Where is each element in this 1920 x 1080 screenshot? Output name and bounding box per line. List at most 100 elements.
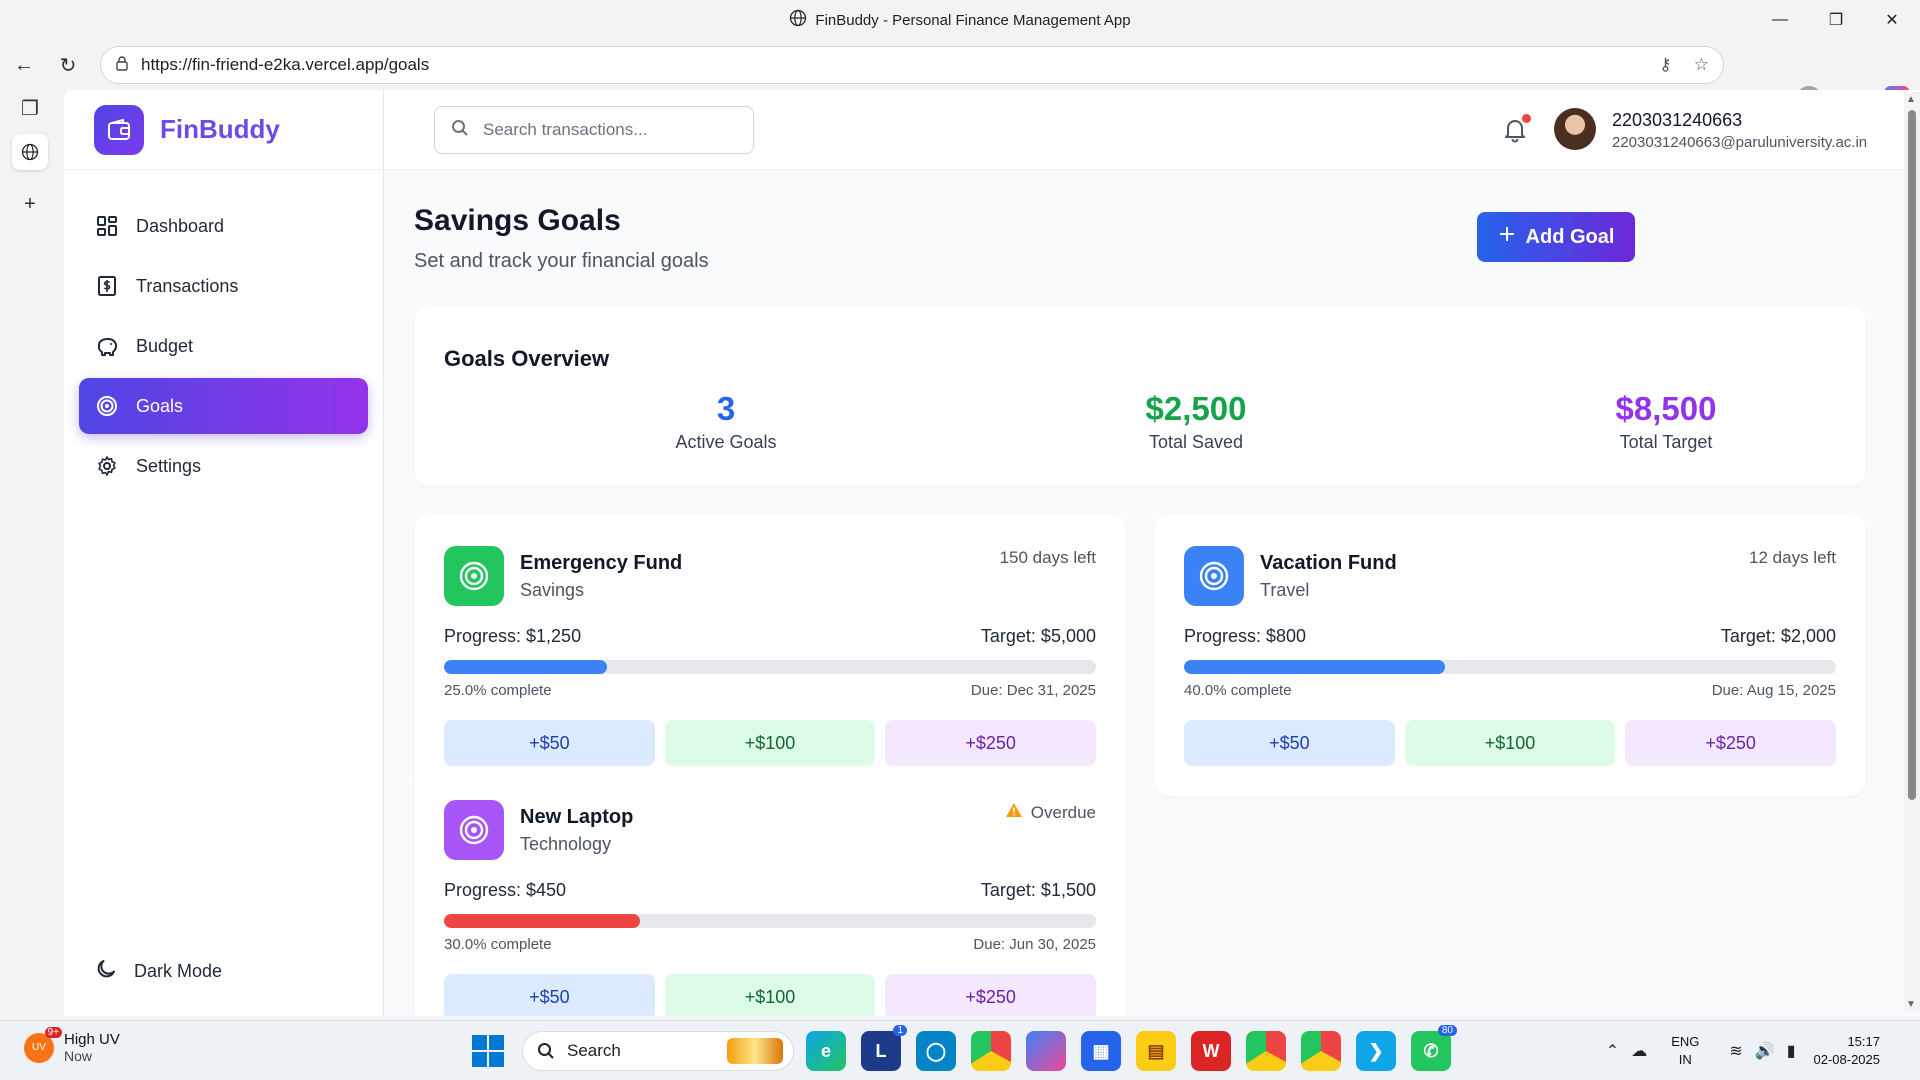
chrome-icon[interactable]: [971, 1031, 1011, 1071]
taskbar-apps: e L1 ◯ ▦ ▤ W ❯ ✆ 80: [806, 1025, 1457, 1071]
clock[interactable]: 15:17 02-08-2025: [1814, 1033, 1881, 1069]
add-amount-button[interactable]: +$250: [885, 974, 1097, 1016]
add-amount-button[interactable]: +$250: [1625, 720, 1837, 766]
stat-value: 3: [716, 390, 736, 427]
onedrive-icon[interactable]: ☁: [1631, 1041, 1647, 1061]
store-icon[interactable]: ▦: [1081, 1031, 1121, 1071]
transactions-icon: [94, 273, 120, 299]
sidebar-item-goals[interactable]: Goals: [79, 378, 368, 434]
notification-dot: [1522, 114, 1531, 123]
circle-app-icon[interactable]: ◯: [916, 1031, 956, 1071]
chevron-up-icon[interactable]: ⌃: [1606, 1041, 1619, 1061]
goal-target-amount: Target: $2,000: [1720, 626, 1836, 646]
language-code: ENG: [1671, 1034, 1700, 1049]
lock-icon: [115, 55, 129, 76]
add-amount-button[interactable]: +$250: [885, 720, 1097, 766]
goal-deadline-status: 150 days left: [1000, 548, 1096, 568]
add-amount-button[interactable]: +$100: [1404, 720, 1616, 766]
address-bar[interactable]: https://fin-friend-e2ka.vercel.app/goals…: [100, 46, 1724, 84]
search-input[interactable]: [483, 120, 733, 140]
sidebar-item-transactions[interactable]: Transactions: [79, 258, 368, 314]
gear-icon: [94, 453, 120, 479]
sidebar-item-label: Goals: [136, 395, 184, 416]
tab-actions-icon[interactable]: ❐: [12, 90, 48, 126]
address-row: ← ↻ https://fin-friend-e2ka.vercel.app/g…: [0, 40, 1920, 112]
target-icon: [444, 546, 504, 606]
key-icon[interactable]: ⚷: [1659, 55, 1671, 75]
weather-widget[interactable]: UV 9+ High UV Now: [24, 1026, 120, 1064]
goal-progress-bar: [444, 660, 1096, 674]
l-app-icon[interactable]: L1: [861, 1025, 907, 1071]
add-amount-button[interactable]: +$50: [1184, 720, 1395, 766]
brand[interactable]: FinBuddy: [64, 90, 383, 170]
sidebar-item-budget[interactable]: Budget: [79, 318, 368, 374]
close-button[interactable]: ✕: [1864, 0, 1920, 40]
wps-icon[interactable]: W: [1191, 1031, 1231, 1071]
goal-percent-label: 30.0% complete: [444, 936, 552, 953]
user-name: 2203031240663: [1612, 110, 1743, 130]
piggy-bank-icon: [94, 333, 120, 359]
goal-card: New Laptop Technology Overdue Progress: $45…: [414, 768, 1126, 1016]
goal-category: Travel: [1260, 580, 1310, 600]
vscode-icon[interactable]: ❯: [1356, 1031, 1396, 1071]
goal-name: Emergency Fund: [520, 552, 683, 574]
sidebar-nav: Dashboard Transactions Budget Goals Settings: [64, 170, 383, 494]
scroll-down-icon[interactable]: ▼: [1906, 999, 1916, 1010]
window-title-text: FinBuddy - Personal Finance Management A…: [815, 11, 1131, 29]
goal-progress-bar: [1184, 660, 1836, 674]
goal-name: New Laptop: [520, 806, 634, 828]
file-explorer-icon[interactable]: ▤: [1136, 1031, 1176, 1071]
scroll-thumb[interactable]: [1908, 110, 1916, 800]
add-amount-button[interactable]: +$50: [444, 974, 655, 1016]
url-text: https://fin-friend-e2ka.vercel.app/goals: [141, 55, 430, 74]
dark-mode-toggle[interactable]: Dark Mode: [94, 957, 222, 986]
stat-value: $8,500: [1615, 390, 1717, 427]
sidebar-item-dashboard[interactable]: Dashboard: [79, 198, 368, 254]
taskbar-search[interactable]: Search: [522, 1031, 794, 1071]
new-tab-plus-icon[interactable]: +: [12, 186, 48, 222]
windows-start-icon[interactable]: [472, 1035, 504, 1067]
notifications-button[interactable]: [1501, 114, 1531, 144]
stat-label: Total Saved: [1148, 432, 1244, 452]
minimize-button[interactable]: —: [1752, 0, 1808, 40]
battery-icon[interactable]: ▮: [1787, 1041, 1796, 1061]
weather-title: High UV: [64, 1031, 120, 1048]
scroll-up-icon[interactable]: ▲: [1906, 94, 1916, 105]
edge-icon[interactable]: e: [806, 1031, 846, 1071]
chrome-profile-icon[interactable]: [1246, 1031, 1286, 1071]
add-amount-button[interactable]: +$100: [664, 720, 876, 766]
add-goal-button[interactable]: Add Goal: [1477, 212, 1635, 262]
target-icon: [94, 393, 120, 419]
goal-deadline-status: 12 days left: [1749, 548, 1836, 568]
goal-days-text: 150 days left: [999, 548, 1096, 567]
whatsapp-icon[interactable]: ✆ 80: [1411, 1025, 1457, 1071]
chrome-profile-2-icon[interactable]: [1301, 1031, 1341, 1071]
back-button[interactable]: ←: [2, 45, 46, 85]
language-indicator[interactable]: ENG IN: [1671, 1033, 1699, 1069]
refresh-button[interactable]: ↻: [46, 45, 90, 85]
goal-card: Emergency Fund Savings 150 days left Progre…: [414, 514, 1126, 796]
active-tab-globe-icon[interactable]: [12, 134, 48, 170]
quick-add-buttons: +$50 +$100 +$250: [444, 720, 1097, 766]
goal-progress-amount: Progress: $800: [1184, 626, 1307, 646]
add-amount-button[interactable]: +$50: [444, 720, 655, 766]
goal-percent-label: 40.0% complete: [1184, 682, 1292, 699]
volume-icon[interactable]: 🔊: [1755, 1041, 1775, 1061]
add-goal-label: Add Goal: [1525, 225, 1615, 248]
favorite-star-icon[interactable]: ☆: [1694, 55, 1709, 75]
goal-progress-amount: Progress: $450: [444, 880, 567, 900]
copilot-app-icon[interactable]: [1026, 1031, 1066, 1071]
user-avatar[interactable]: [1554, 108, 1596, 150]
add-amount-button[interactable]: +$100: [664, 974, 876, 1016]
sidebar-item-settings[interactable]: Settings: [79, 438, 368, 494]
restore-button[interactable]: ❐: [1808, 0, 1864, 40]
sidebar-item-label: Budget: [136, 335, 194, 356]
page-scrollbar[interactable]: ▲ ▼: [1904, 92, 1920, 1012]
wifi-icon[interactable]: ≋: [1729, 1041, 1742, 1061]
target-icon: [444, 800, 504, 860]
goal-due-date: Due: Dec 31, 2025: [970, 682, 1096, 699]
goal-days-text: Overdue: [1030, 802, 1096, 822]
clock-time: 15:17: [1847, 1034, 1880, 1049]
search-box[interactable]: [434, 106, 754, 154]
stat-total-target: $8,500 Total Target: [1516, 390, 1816, 453]
